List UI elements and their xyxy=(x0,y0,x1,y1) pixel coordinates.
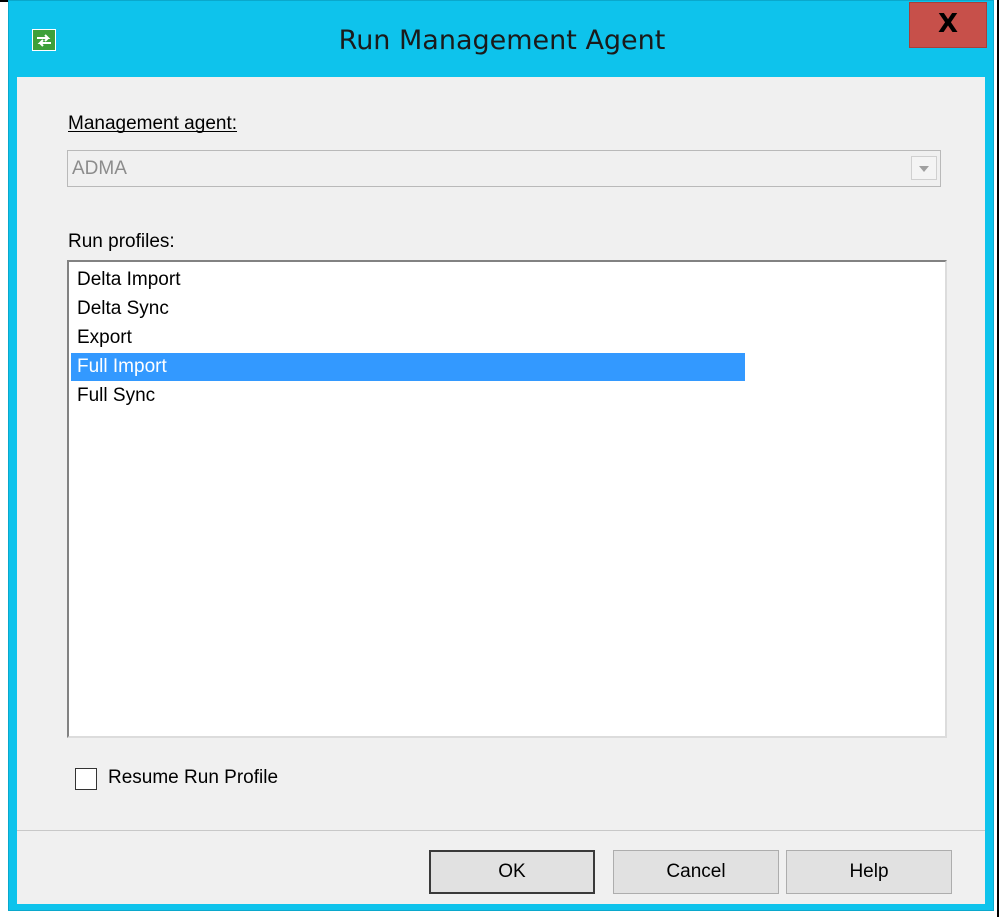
management-agent-label: Management agent: xyxy=(68,113,237,135)
management-agent-value: ADMA xyxy=(72,158,127,179)
resume-run-profile-checkbox[interactable] xyxy=(75,768,97,790)
list-item-delta-sync[interactable]: Delta Sync xyxy=(71,295,745,323)
button-separator xyxy=(17,830,985,831)
management-agent-dropdown[interactable]: ADMA xyxy=(67,150,941,187)
title-bar[interactable]: Run Management Agent X xyxy=(9,1,995,77)
dialog-window: Run Management Agent X Management agent:… xyxy=(8,0,994,911)
chevron-down-icon[interactable] xyxy=(911,156,937,180)
management-agent-label-text: Management agent: xyxy=(68,113,238,134)
resume-run-profile-label[interactable]: Resume Run Profile xyxy=(108,767,278,789)
list-item-full-import[interactable]: Full Import xyxy=(71,353,745,381)
list-item-delta-import[interactable]: Delta Import xyxy=(71,266,745,294)
cancel-button[interactable]: Cancel xyxy=(613,850,779,894)
ok-button[interactable]: OK xyxy=(429,850,595,894)
list-item-full-sync[interactable]: Full Sync xyxy=(71,382,745,410)
help-button[interactable]: Help xyxy=(786,850,952,894)
list-item-export[interactable]: Export xyxy=(71,324,745,352)
close-button[interactable]: X xyxy=(909,2,987,48)
window-title: Run Management Agent xyxy=(338,25,666,56)
frame-edge-right xyxy=(997,0,999,917)
run-profiles-list[interactable]: Delta Import Delta Sync Export Full Impo… xyxy=(67,260,947,738)
dialog-body: Management agent: ADMA Run profiles: Del… xyxy=(17,77,985,904)
run-profiles-label: Run profiles: xyxy=(68,231,175,252)
